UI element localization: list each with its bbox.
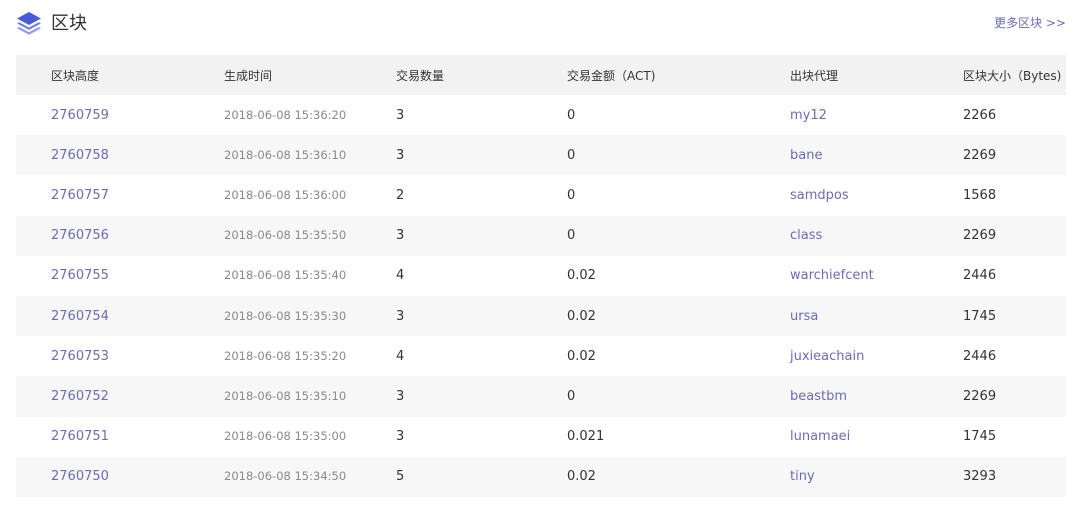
table-row: 2760750 2018-06-08 15:34:50 5 0.02 tiny … — [16, 456, 1066, 497]
producer-link[interactable]: ursa — [790, 309, 818, 324]
column-header-size: 区块大小（Bytes) — [963, 68, 1062, 83]
table-row: 2760753 2018-06-08 15:35:20 4 0.02 juxie… — [16, 336, 1066, 376]
table-row: 2760755 2018-06-08 15:35:40 4 0.02 warch… — [16, 256, 1066, 296]
producer-link[interactable]: tiny — [790, 469, 815, 484]
table-row: 2760759 2018-06-08 15:36:20 3 0 my12 226… — [16, 95, 1066, 135]
tx-count: 3 — [396, 308, 405, 324]
block-size: 2269 — [963, 147, 997, 163]
block-size: 1745 — [963, 429, 997, 445]
block-height-link[interactable]: 2760755 — [51, 268, 109, 283]
block-time: 2018-06-08 15:36:20 — [224, 107, 347, 122]
block-size: 1568 — [963, 187, 997, 203]
tx-amount: 0 — [567, 228, 576, 244]
tx-amount: 0 — [567, 147, 576, 163]
block-size: 2266 — [963, 107, 997, 123]
table-row: 2760757 2018-06-08 15:36:00 2 0 samdpos … — [16, 175, 1066, 215]
producer-link[interactable]: my12 — [790, 108, 827, 123]
block-size: 2446 — [963, 268, 997, 284]
more-blocks-link[interactable]: 更多区块 >> — [994, 15, 1066, 31]
producer-link[interactable]: lunamaei — [790, 429, 850, 444]
tx-count: 3 — [396, 429, 405, 445]
block-height-link[interactable]: 2760758 — [51, 148, 109, 163]
block-size: 2446 — [963, 348, 997, 364]
tx-count: 4 — [396, 348, 405, 364]
producer-link[interactable]: bane — [790, 148, 822, 163]
tx-count: 3 — [396, 107, 405, 123]
block-time: 2018-06-08 15:34:50 — [224, 469, 347, 484]
producer-link[interactable]: warchiefcent — [790, 268, 874, 283]
producer-link[interactable]: samdpos — [790, 188, 849, 203]
table-row: 2760758 2018-06-08 15:36:10 3 0 bane 226… — [16, 135, 1066, 176]
tx-amount: 0 — [567, 388, 576, 404]
column-header-time: 生成时间 — [224, 68, 273, 83]
tx-count: 3 — [396, 228, 405, 244]
tx-amount: 0.02 — [567, 348, 596, 364]
producer-link[interactable]: juxieachain — [790, 349, 864, 364]
column-header-producer: 出块代理 — [790, 68, 839, 83]
layers-icon — [16, 10, 42, 38]
block-time: 2018-06-08 15:35:40 — [224, 268, 347, 283]
table-row: 2760751 2018-06-08 15:35:00 3 0.021 luna… — [16, 417, 1066, 457]
producer-link[interactable]: class — [790, 228, 822, 243]
tx-count: 5 — [396, 469, 405, 485]
column-header-tx-amount: 交易金额（ACT) — [567, 68, 656, 83]
tx-count: 3 — [396, 388, 405, 404]
tx-amount: 0.02 — [567, 308, 596, 324]
block-size: 3293 — [963, 469, 997, 485]
block-time: 2018-06-08 15:36:10 — [224, 147, 347, 162]
table-row: 2760752 2018-06-08 15:35:10 3 0 beastbm … — [16, 376, 1066, 417]
block-size: 2269 — [963, 228, 997, 244]
block-time: 2018-06-08 15:35:30 — [224, 308, 347, 323]
column-header-height: 区块高度 — [51, 68, 100, 83]
block-height-link[interactable]: 2760752 — [51, 389, 109, 404]
block-height-link[interactable]: 2760756 — [51, 228, 109, 243]
block-time: 2018-06-08 15:35:50 — [224, 228, 347, 243]
tx-amount: 0 — [567, 187, 576, 203]
block-size: 1745 — [963, 308, 997, 324]
tx-count: 4 — [396, 268, 405, 284]
producer-link[interactable]: beastbm — [790, 389, 847, 404]
block-time: 2018-06-08 15:35:20 — [224, 348, 347, 363]
column-header-tx-count: 交易数量 — [396, 68, 445, 83]
tx-amount: 0 — [567, 107, 576, 123]
block-height-link[interactable]: 2760753 — [51, 349, 109, 364]
block-height-link[interactable]: 2760751 — [51, 429, 109, 444]
block-size: 2269 — [963, 388, 997, 404]
table-row: 2760756 2018-06-08 15:35:50 3 0 class 22… — [16, 215, 1066, 256]
block-time: 2018-06-08 15:36:00 — [224, 187, 347, 202]
block-height-link[interactable]: 2760759 — [51, 108, 109, 123]
blocks-table: 区块高度 生成时间 交易数量 交易金额（ACT) 出块代理 区块大小（Bytes… — [16, 55, 1066, 497]
block-height-link[interactable]: 2760757 — [51, 188, 109, 203]
block-height-link[interactable]: 2760754 — [51, 309, 109, 324]
block-height-link[interactable]: 2760750 — [51, 469, 109, 484]
block-time: 2018-06-08 15:35:10 — [224, 388, 347, 403]
tx-amount: 0.021 — [567, 429, 605, 445]
page-title: 区块 — [51, 13, 87, 34]
blocks-header: 区块 更多区块 >> — [16, 0, 1066, 48]
tx-count: 3 — [396, 147, 405, 163]
block-time: 2018-06-08 15:35:00 — [224, 429, 347, 444]
tx-amount: 0.02 — [567, 268, 596, 284]
table-header-row: 区块高度 生成时间 交易数量 交易金额（ACT) 出块代理 区块大小（Bytes… — [16, 55, 1066, 95]
tx-amount: 0.02 — [567, 469, 596, 485]
table-row: 2760754 2018-06-08 15:35:30 3 0.02 ursa … — [16, 295, 1066, 337]
tx-count: 2 — [396, 187, 405, 203]
